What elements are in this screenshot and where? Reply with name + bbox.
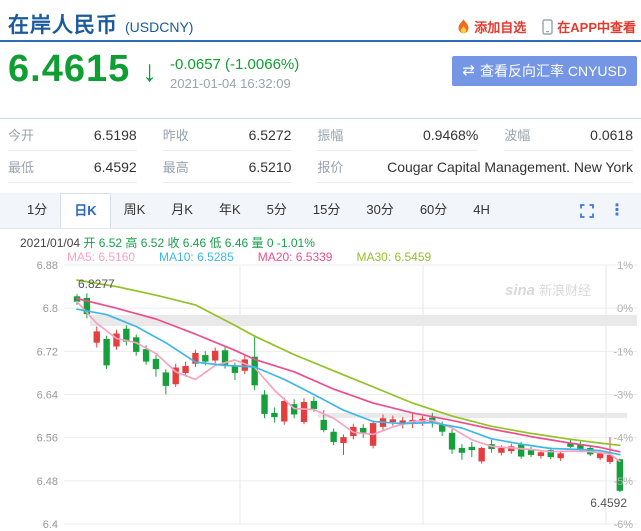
page-header: 在岸人民币 (USDCNY) 添加自选 在APP中查看 [0,0,641,42]
y-axis-label-left: 6.4 [43,519,58,531]
quote-timestamp: 2021-01-04 16:32:09 [170,76,299,91]
ohlc-info-bar: 2021/01/04 开 6.52 高 6.52 收 6.46 低 6.46 量… [20,234,315,251]
stat-cell-4: 最低 6.4592 [8,151,137,183]
y-axis-label-right: -6% [613,519,633,531]
view-in-app-label: 在APP中查看 [557,17,636,36]
stat-cell-2: 振幅 0.9468% [317,119,478,151]
ma-label-2: MA20: 6.5339 [258,250,333,264]
tab-15分[interactable]: 15分 [300,193,353,228]
price-change: -0.0657 (-1.0066%) [170,56,299,73]
y-axis-label-left: 6.8 [43,303,58,315]
ma-line-ma10 [77,309,620,455]
stat-cell-5: 最高 6.5210 [163,151,292,183]
stat-label: 振幅 [317,125,343,144]
ma-label-0: MA5: 6.5160 [67,250,135,264]
phone-icon [542,19,553,35]
instrument-title: 在岸人民币 (USDCNY) [8,9,193,39]
tab-年K[interactable]: 年K [206,193,254,228]
stat-value: 6.5198 [94,127,137,143]
tab-日K[interactable]: 日K [60,193,110,228]
tab-4H[interactable]: 4H [460,193,503,228]
ticker-symbol: (USDCNY) [125,19,193,35]
y-axis-label-right: -1% [613,346,633,358]
candlestick-canvas[interactable]: sina新浪财经 6.88 1% 6.8 0% 6.72 -1% 6.64 -3% 6.56 -4%… [0,228,641,531]
stat-cell-0: 今开 6.5198 [8,119,137,151]
tab-30分[interactable]: 30分 [353,193,406,228]
page-title: 在岸人民币 [8,9,118,39]
y-axis-label-left: 6.72 [37,346,58,358]
y-axis-label-right: -5% [613,476,633,488]
reverse-rate-button[interactable]: ⇄ 查看反向汇率 CNYUSD [452,56,637,86]
y-axis-label-right: -3% [613,390,633,402]
stat-label: 报价 [317,157,343,176]
stat-cell-6: 报价 Cougar Capital Management. New York [317,151,633,183]
tab-月K[interactable]: 月K [158,193,206,228]
sina-watermark: sina新浪财经 [505,282,591,299]
y-axis-label-right: 1% [617,260,633,272]
stat-value: 6.5272 [249,127,292,143]
y-axis-label-left: 6.48 [37,476,58,488]
y-axis-label-left: 6.56 [37,433,58,445]
ohlc-date: 2021/01/04 [20,236,80,250]
stat-cell-1: 昨收 6.5272 [163,119,292,151]
swap-icon: ⇄ [462,56,475,86]
add-watchlist-button[interactable]: 添加自选 [457,17,526,36]
more-options-icon[interactable]: ⋮ [609,203,625,219]
tab-周K[interactable]: 周K [111,193,159,228]
stat-label: 最低 [8,157,34,176]
stat-label: 今开 [8,125,34,144]
stat-cell-3: 波幅 0.0618 [504,119,633,151]
stat-value: 0.0618 [590,127,633,143]
stat-label: 最高 [163,157,189,176]
reverse-rate-label: 查看反向汇率 CNYUSD [480,56,627,86]
down-arrow-icon: ↓ [142,55,157,89]
add-watchlist-label: 添加自选 [474,17,526,36]
low-annotation: 6.4592 [590,496,627,510]
ohlc-values: 开 6.52 高 6.52 收 6.46 低 6.46 量 0 -1.01% [83,236,314,250]
ma-legend: MA5: 6.5160 MA10: 6.5285 MA20: 6.5339 MA30:… [67,250,431,264]
stat-value: Cougar Capital Management. New York [387,159,633,175]
period-tab-bar: 1分日K周K月K年K5分15分30分60分4H ⋮ [0,193,641,229]
price-change-block: -0.0657 (-1.0066%) 2021-01-04 16:32:09 [170,56,299,91]
view-in-app-button[interactable]: 在APP中查看 [542,17,636,36]
y-axis-label-left: 6.64 [37,390,58,402]
flame-icon [457,19,470,35]
tab-60分[interactable]: 60分 [407,193,460,228]
stat-label: 昨收 [163,125,189,144]
stat-value: 6.5210 [249,159,292,175]
stat-value: 0.9468% [423,127,478,143]
ma-label-3: MA30: 6.5459 [356,250,431,264]
y-axis-label-right: 0% [617,303,633,315]
usdcny-quote-page: 在岸人民币 (USDCNY) 添加自选 在APP中查看 6.4615 ↓ [0,0,641,531]
high-annotation: 6.8277 [78,277,115,291]
quote-stats-grid: 今开 6.5198 昨收 6.5272 振幅 0.9468% 波幅 0.0618 最低 6.459… [0,118,641,183]
fullscreen-icon[interactable] [580,204,594,218]
ma-label-1: MA10: 6.5285 [159,250,234,264]
tab-5分[interactable]: 5分 [254,193,300,228]
stat-value: 6.4592 [94,159,137,175]
tab-1分[interactable]: 1分 [14,193,60,228]
period-tabs: 1分日K周K月K年K5分15分30分60分4H [14,193,503,228]
stat-label: 波幅 [504,125,530,144]
last-price: 6.4615 [8,48,130,91]
kline-chart[interactable]: 2021/01/04 开 6.52 高 6.52 收 6.46 低 6.46 量… [0,228,641,531]
y-axis-label-right: -4% [613,433,633,445]
y-axis-label-left: 6.88 [37,260,58,272]
